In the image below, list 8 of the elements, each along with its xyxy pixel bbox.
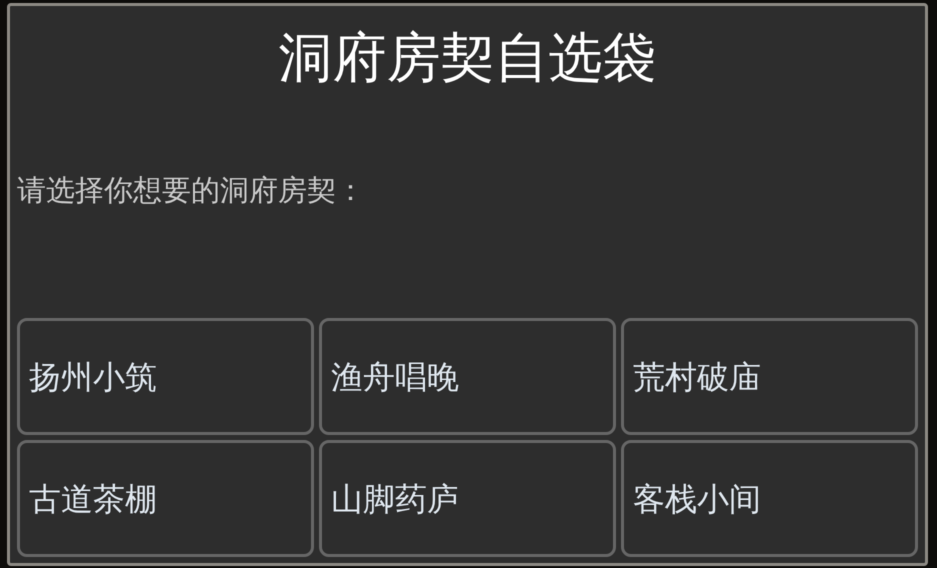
option-button[interactable]: 山脚药庐 (319, 440, 616, 557)
option-button[interactable]: 荒村破庙 (621, 318, 918, 435)
option-button[interactable]: 渔舟唱晚 (319, 318, 616, 435)
option-button[interactable]: 客栈小间 (621, 440, 918, 557)
option-button[interactable]: 扬州小筑 (17, 318, 314, 435)
dialog-title: 洞府房契自选袋 (278, 25, 656, 91)
prompt-text: 请选择你想要的洞府房契： (17, 172, 365, 209)
option-button[interactable]: 古道茶棚 (17, 440, 314, 557)
